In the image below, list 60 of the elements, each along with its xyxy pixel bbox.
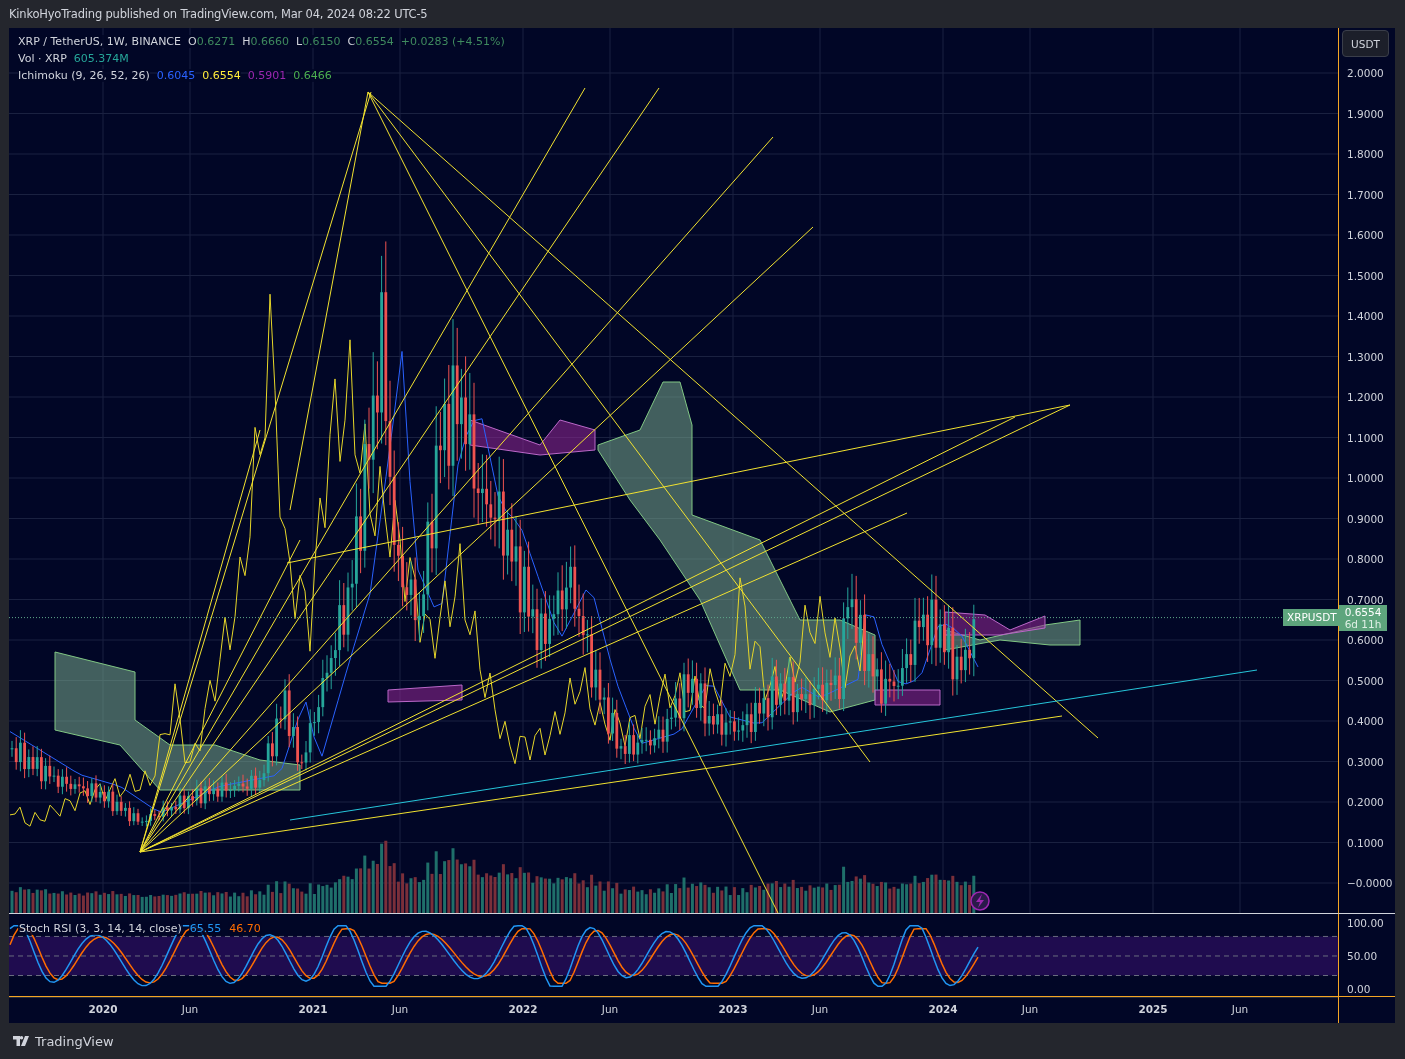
symbol-title: XRP / TetherUS, 1W, BINANCE — [18, 35, 181, 48]
price-tick: 1.7000 — [1347, 188, 1384, 201]
stoch-tick: 100.00 — [1347, 916, 1385, 930]
price-tick: 1.8000 — [1347, 148, 1384, 160]
time-tick: Jun — [181, 1003, 199, 1015]
price-tick: 1.5000 — [1347, 269, 1384, 282]
price-tick: 0.6000 — [1347, 634, 1384, 646]
brand-name: TradingView — [35, 1033, 114, 1049]
stoch-rsi-value: 65.55 — [188, 922, 223, 935]
time-tick: Jun — [1231, 1003, 1249, 1015]
price-tag-value: 0.6554 — [1344, 606, 1382, 618]
price-tick: 0.2000 — [1347, 796, 1384, 808]
publish-note: KinkoHyoTrading published on TradingView.com, Mar 04, 2024 08:22 UTC-5 — [8, 6, 429, 23]
time-tick: 2022 — [508, 1003, 538, 1015]
stoch-rsi-label: Stoch RSI (3, 3, 14, 14, close) — [18, 922, 183, 935]
price-tick: 0.5000 — [1347, 674, 1384, 687]
price-tick: −0.0000 — [1347, 877, 1393, 889]
volume-value: 605.374M — [73, 52, 129, 65]
ichimoku-value: 0.6466 — [293, 69, 332, 82]
ichimoku-label: Ichimoku (9, 26, 52, 26) — [18, 69, 150, 82]
price-tick: 1.0000 — [1347, 472, 1384, 484]
ohlc-value: O0.6271 — [188, 35, 236, 48]
ichimoku-value: 0.6045 — [156, 69, 196, 82]
time-tick: 2024 — [928, 1003, 958, 1015]
ohlc-value: H0.6660 — [242, 35, 289, 48]
ichimoku-value: 0.6554 — [202, 69, 241, 82]
price-tick: 0.3000 — [1347, 755, 1384, 768]
ichimoku-value: 0.5901 — [247, 69, 287, 82]
ohlc-value: C0.6554 — [347, 35, 394, 48]
price-tick: 1.3000 — [1347, 350, 1384, 363]
price-tick: 0.7000 — [1347, 593, 1384, 606]
time-tick: Jun — [391, 1003, 409, 1015]
time-tick: Jun — [811, 1003, 829, 1015]
price-tick: 0.9000 — [1347, 512, 1384, 525]
volume-label: Vol · XRP — [18, 52, 67, 65]
price-tick: 1.6000 — [1347, 229, 1384, 241]
stoch-tick: 0.00 — [1347, 982, 1372, 996]
time-tick: Jun — [601, 1003, 619, 1015]
price-change: +0.0283 (+4.51%) — [400, 35, 505, 48]
time-tick: 2021 — [298, 1003, 328, 1015]
time-tick: 2020 — [88, 1003, 118, 1015]
countdown-label: 6d 11h — [1344, 618, 1382, 630]
price-tick: 1.4000 — [1347, 310, 1384, 322]
price-tick: 0.4000 — [1347, 715, 1384, 727]
stoch-rsi-value: 46.70 — [228, 922, 262, 935]
stoch-tick: 50.00 — [1347, 949, 1379, 963]
logo-icon — [13, 1036, 31, 1046]
time-tick: Jun — [1021, 1003, 1039, 1015]
time-tick: 2023 — [718, 1003, 748, 1015]
time-tick: 2025 — [1138, 1003, 1168, 1015]
currency-button[interactable]: USDT — [1342, 30, 1389, 57]
ohlc-value: L0.6150 — [295, 35, 341, 48]
price-tick: 2.0000 — [1347, 67, 1384, 79]
price-tick: 0.8000 — [1347, 553, 1384, 565]
price-tick: 0.1000 — [1347, 836, 1384, 849]
price-tick: 1.2000 — [1347, 391, 1384, 403]
price-tick: 1.1000 — [1347, 431, 1384, 444]
symbol-tag: XRPUSDT — [1283, 609, 1341, 626]
price-tick: 1.9000 — [1347, 107, 1384, 120]
lightning-icon[interactable] — [970, 891, 990, 911]
